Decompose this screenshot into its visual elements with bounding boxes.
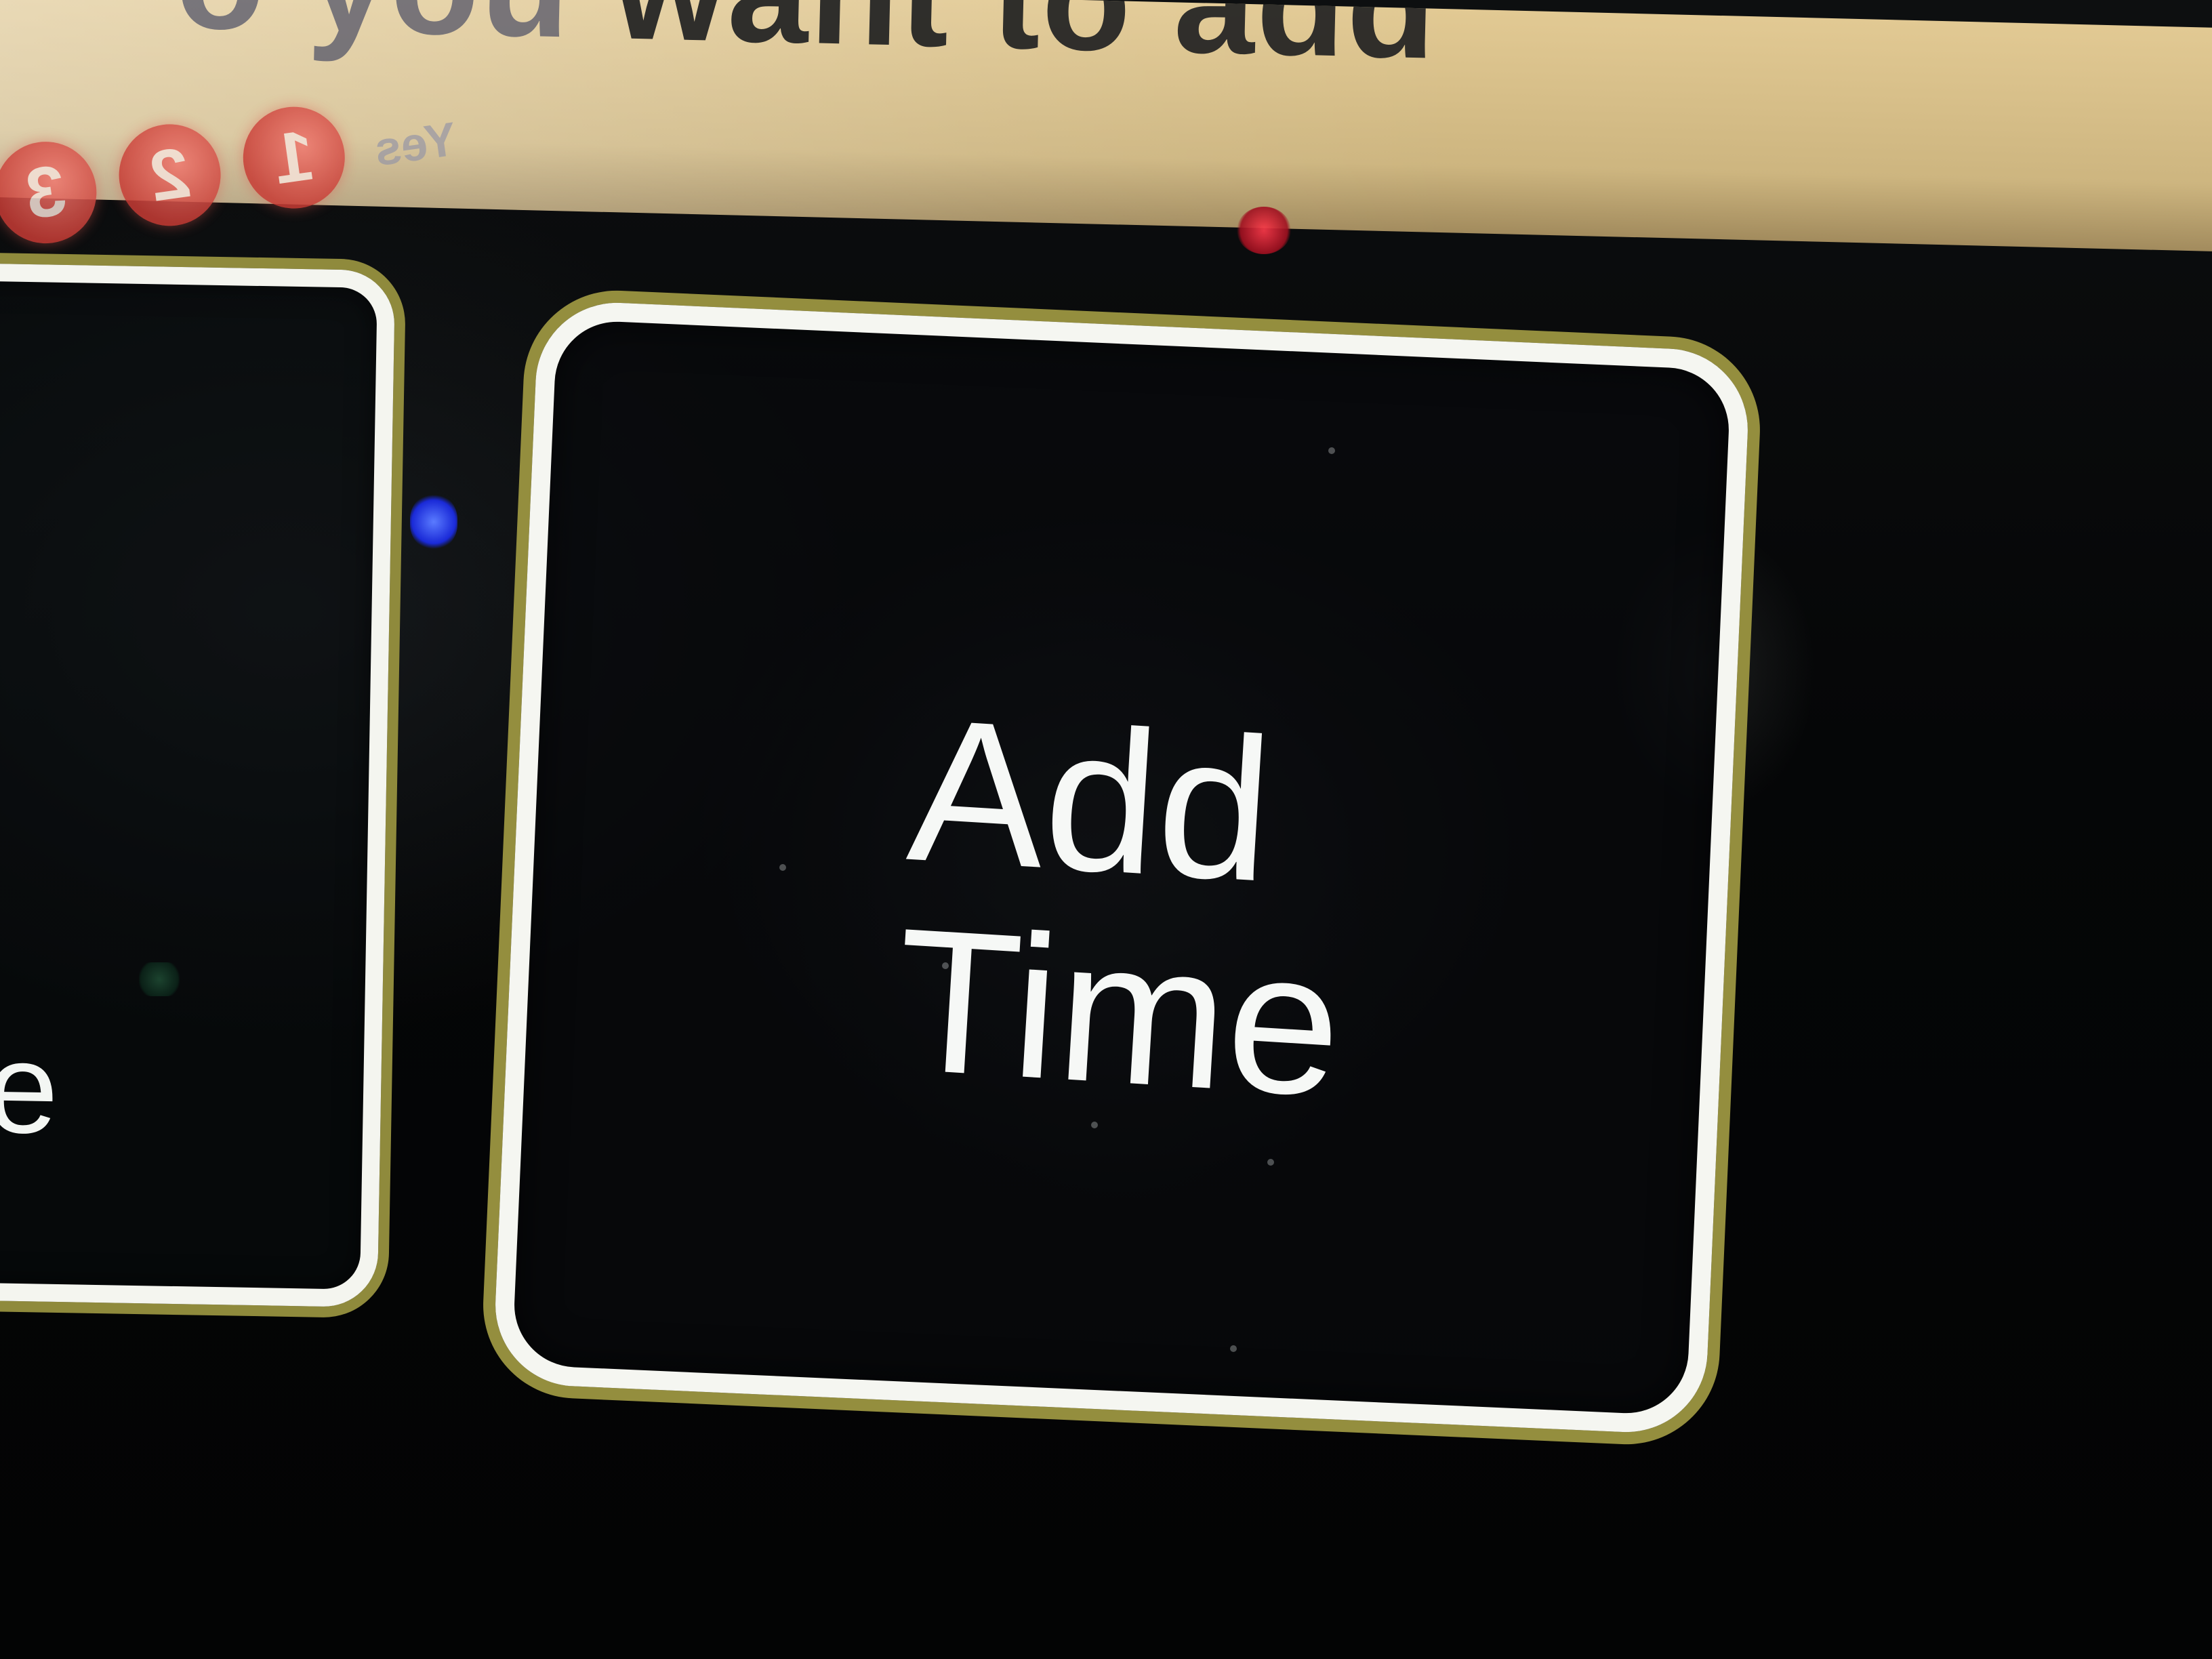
add-time-label-line1: Add (903, 675, 1278, 924)
dust-speck (942, 962, 949, 969)
option-button-left-label: e (0, 1016, 60, 1161)
red-indicator-light (1237, 207, 1291, 254)
dust-speck (1091, 1122, 1098, 1128)
step-dot-3: 3 (0, 135, 104, 250)
dust-speck (1230, 1345, 1237, 1352)
blue-indicator-light (410, 495, 457, 549)
step-caption: Yes (371, 112, 460, 176)
add-time-label-line2: Time (890, 884, 1348, 1139)
add-time-button[interactable]: Add Time (491, 299, 1752, 1436)
instruction-text-faded: o you (174, 0, 573, 68)
step-dot-2: 2 (112, 117, 228, 233)
kiosk-screen-photo: o you want to add 3 2 1 Yes e Add Time (0, 0, 2212, 1659)
dust-speck (779, 864, 786, 871)
add-time-button-label: Add Time (890, 675, 1349, 1139)
dust-speck (1267, 1159, 1274, 1166)
step-dot-1: 1 (237, 100, 352, 216)
option-button-left[interactable]: e (0, 258, 396, 1308)
dust-speck (1328, 447, 1335, 454)
